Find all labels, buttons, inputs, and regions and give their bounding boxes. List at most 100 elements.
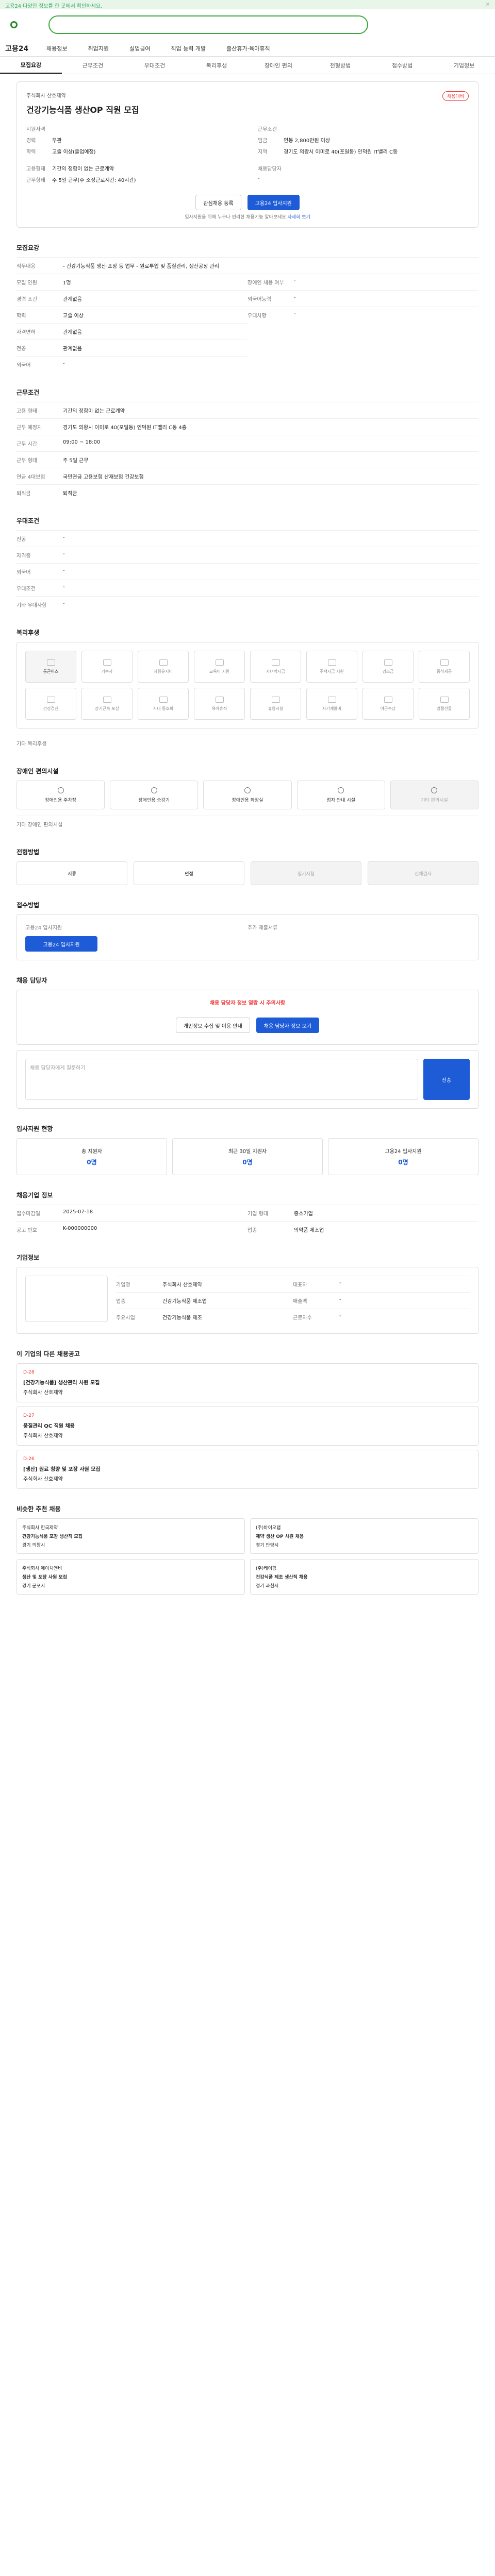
job-link[interactable]: [건강기능식품] 생산관리 사원 모집 bbox=[23, 1378, 472, 1386]
welfare-label: 야근수당 bbox=[380, 706, 396, 711]
welfare-label: 건강검진 bbox=[43, 706, 59, 711]
job-link[interactable]: 제약 생산 OP 사원 채용 bbox=[256, 1533, 473, 1539]
company-name: 주식회사 산호제약 bbox=[23, 1477, 63, 1482]
field-label: 우대사항 bbox=[248, 313, 267, 319]
section-title: 우대조건 bbox=[16, 517, 40, 524]
group-icon bbox=[159, 696, 168, 703]
list-item[interactable]: D-26 [생산] 원료 칭량 및 포장 사원 모집 주식회사 산호제약 bbox=[16, 1450, 478, 1489]
notice-link[interactable]: 자세히 보기 bbox=[288, 215, 310, 220]
elevator-icon bbox=[151, 787, 157, 793]
facility-label: 장애인용 주차장 bbox=[45, 798, 77, 803]
section-title: 채용 담당자 bbox=[16, 977, 47, 984]
list-item[interactable]: D-27 품질관리 QC 직원 채용 주식회사 산호제약 bbox=[16, 1406, 478, 1446]
job-link[interactable]: [생산] 원료 칭량 및 포장 사원 모집 bbox=[23, 1465, 472, 1472]
close-icon[interactable]: × bbox=[486, 2, 490, 7]
tab[interactable]: 장애인 편의 bbox=[248, 57, 309, 74]
welfare-item: 중식제공 bbox=[419, 651, 470, 683]
job-link[interactable]: 건강식품 제조 생산직 채용 bbox=[256, 1573, 473, 1580]
welfare-label: 경조금 bbox=[382, 669, 394, 674]
screening-section: 전형방법 서류 면접 필기시험 신체검사 bbox=[16, 848, 478, 885]
field-value: 고졸 이상 bbox=[63, 313, 84, 319]
nav-item[interactable]: 실업급여 bbox=[129, 44, 150, 53]
nav-item[interactable]: 출산휴가·육아휴직 bbox=[226, 44, 270, 53]
privacy-button[interactable]: 개인정보 수집 및 이용 안내 bbox=[175, 1018, 250, 1033]
search-input[interactable] bbox=[48, 15, 368, 34]
nav-item[interactable]: 취업지원 bbox=[88, 44, 108, 53]
location: 경기 과천시 bbox=[256, 1584, 279, 1589]
field-label: 경력 bbox=[26, 138, 36, 144]
job-link[interactable]: 품질관리 QC 직원 채용 bbox=[23, 1421, 472, 1429]
field-value: 주 5일 근무 bbox=[63, 458, 89, 464]
field-label: 경력 조건 bbox=[16, 297, 37, 302]
recommend-section: 비슷한 추천 채용 주식회사 한국제약 건강기능식품 포장 생산직 모집 경기 의왕… bbox=[16, 1504, 478, 1595]
rec-item[interactable]: 주식회사 에이치앤비 생산 및 포장 사원 모집 경기 군포시 bbox=[16, 1559, 245, 1595]
field-label: 공고 번호 bbox=[16, 1228, 37, 1233]
list-item[interactable]: D-28 [건강기능식품] 생산관리 사원 모집 주식회사 산호제약 bbox=[16, 1363, 478, 1402]
tab[interactable]: 모집요강 bbox=[0, 57, 62, 74]
job-summary-card: 채용대비 주식회사 산호제약 건강기능식품 생산OP 직원 모집 지원자격 경력… bbox=[16, 81, 478, 228]
study-icon bbox=[327, 696, 336, 703]
interest-button[interactable]: 관심채용 등록 bbox=[195, 195, 241, 210]
nav-item[interactable]: 채용정보 bbox=[46, 44, 67, 53]
field-value: 관계없음 bbox=[63, 346, 82, 352]
braille-icon bbox=[338, 787, 344, 793]
baby-icon bbox=[215, 696, 224, 703]
work-section: 근무조건 고용 형태 기간의 정함이 없는 근로계약 근무 예정지 경기도 의왕시 … bbox=[16, 388, 478, 501]
notice-text: 입사지원을 위해 누구나 편리한 채용기능 알아보세요 bbox=[185, 215, 286, 220]
rec-item[interactable]: (주)케이팜 건강식품 제조 생산직 채용 경기 과천시 bbox=[250, 1559, 478, 1595]
field-label: 업종 bbox=[116, 1299, 126, 1304]
apply-button[interactable]: 고용24 입사지원 bbox=[247, 195, 300, 210]
receipt-apply-button[interactable]: 고용24 입사지원 bbox=[25, 936, 97, 952]
nav-item[interactable]: 직업 능력 개발 bbox=[171, 44, 206, 53]
inquiry-input[interactable]: 채용 담당자에게 질문하기 bbox=[25, 1059, 418, 1100]
field-label: 기타 우대사항 bbox=[16, 603, 47, 608]
field-label: 전공 bbox=[16, 346, 26, 352]
tab[interactable]: 전형방법 bbox=[309, 57, 371, 74]
step: 서류 bbox=[16, 861, 127, 885]
job-link[interactable]: 건강기능식품 포장 생산직 모집 bbox=[22, 1533, 239, 1539]
clock-icon bbox=[384, 696, 392, 703]
field-label: 장애인 채용 여부 bbox=[248, 280, 284, 286]
top-banner: 고용24 다양한 정보를 한 곳에서 확인하세요. × bbox=[0, 0, 495, 9]
welfare-item: 주택자금 지원 bbox=[306, 651, 357, 683]
send-button[interactable]: 전송 bbox=[423, 1059, 470, 1100]
field-label: 모집 인원 bbox=[16, 280, 37, 286]
field-label: 학력 bbox=[16, 313, 26, 319]
stat-value: 0명 bbox=[87, 1159, 97, 1166]
stat-box: 총 지원자 0명 bbox=[16, 1138, 167, 1175]
welfare-item: 자기계발비 bbox=[306, 688, 357, 720]
field-value: 고졸 이상(졸업예정) bbox=[52, 149, 96, 155]
field-value: 주 5일 근무(주 소정근로시간: 40시간) bbox=[52, 178, 136, 183]
field-value: 중소기업 bbox=[294, 1211, 313, 1217]
step: 신체검사 bbox=[368, 861, 478, 885]
tab[interactable]: 접수방법 bbox=[371, 57, 433, 74]
rec-item[interactable]: 주식회사 한국제약 건강기능식품 포장 생산직 모집 경기 의왕시 bbox=[16, 1518, 245, 1554]
field-value: - bbox=[63, 584, 65, 590]
tab[interactable]: 기업정보 bbox=[433, 57, 495, 74]
section-title: 접수방법 bbox=[16, 902, 40, 909]
location: 경기 군포시 bbox=[22, 1584, 45, 1589]
meal-icon bbox=[440, 659, 449, 666]
tab[interactable]: 근무조건 bbox=[62, 57, 124, 74]
tab[interactable]: 우대조건 bbox=[124, 57, 186, 74]
section-title: 이 기업의 다른 채용공고 bbox=[16, 1350, 80, 1358]
field-label: 매출액 bbox=[293, 1299, 307, 1304]
section-label: 채용담당자 bbox=[258, 166, 282, 172]
health-icon bbox=[46, 696, 55, 703]
logo[interactable] bbox=[10, 19, 41, 30]
field-label: 학력 bbox=[26, 149, 36, 155]
brand[interactable]: 고용24 bbox=[5, 43, 46, 54]
stat-value: 0명 bbox=[398, 1159, 408, 1166]
recruit-section: 모집요강 직무내용 - 건강기능식품 생산·포장 등 업무 - 원료투입 및 품질… bbox=[16, 243, 478, 372]
tab[interactable]: 복리후생 bbox=[186, 57, 248, 74]
view-manager-button[interactable]: 채용 담당자 정보 보기 bbox=[256, 1018, 320, 1033]
stat-value: 0명 bbox=[242, 1159, 253, 1166]
rec-item[interactable]: (주)바이오랩 제약 생산 OP 사원 채용 경기 안양시 bbox=[250, 1518, 478, 1554]
field-label: 기타 복리후생 bbox=[16, 741, 47, 747]
field-value: 연봉 2,800만원 이상 bbox=[284, 138, 331, 144]
field-value: 경기도 의왕시 이미로 40(포일동) 인덕원 IT밸리 C동 4층 bbox=[63, 425, 187, 431]
welfare-item: 기숙사 bbox=[81, 651, 133, 683]
facility-label: 점자 안내 시설 bbox=[326, 798, 355, 803]
job-link[interactable]: 생산 및 포장 사원 모집 bbox=[22, 1573, 239, 1580]
info-section: 채용기업 정보 접수마감일 2025-07-18 공고 번호 K-000000000… bbox=[16, 1191, 478, 1238]
